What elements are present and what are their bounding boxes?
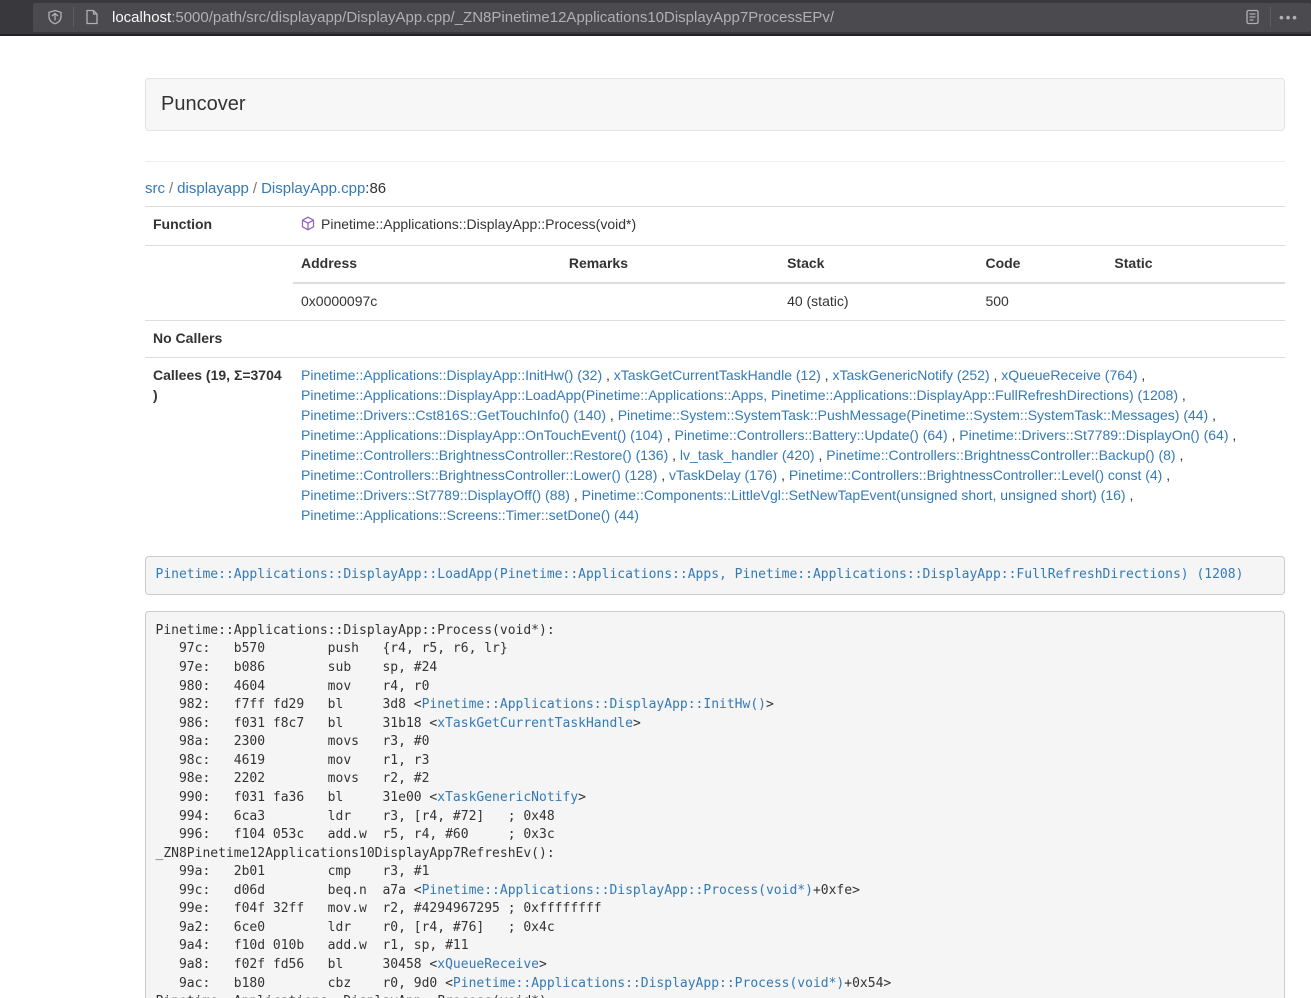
function-cube-icon	[301, 216, 315, 237]
callees-cell: Pinetime::Applications::DisplayApp::Init…	[293, 357, 1285, 533]
callees-row: Callees (19, Σ=3704 ) Pinetime::Applicat…	[145, 357, 1285, 533]
page-icon[interactable]	[78, 3, 106, 31]
browser-chrome: localhost:5000/path/src/displayapp/Displ…	[0, 0, 1311, 36]
code-symbol-link[interactable]: xTaskGenericNotify	[437, 790, 578, 805]
breadcrumb-src[interactable]: src	[145, 180, 165, 197]
page-title: Puncover	[161, 93, 246, 115]
breadcrumb: src/displayapp/DisplayApp.cpp:86	[145, 180, 1285, 197]
col-header-code: Code	[977, 246, 1106, 283]
breadcrumb-displayapp[interactable]: displayapp	[177, 180, 249, 197]
remarks-value	[561, 283, 779, 320]
code-symbol-link[interactable]: xQueueReceive	[437, 957, 539, 972]
loadapp-symbol-block: Pinetime::Applications::DisplayApp::Load…	[145, 556, 1285, 596]
stack-value: 40 (static)	[779, 283, 977, 320]
breadcrumb-separator: /	[249, 180, 261, 197]
breadcrumb-file[interactable]: DisplayApp.cpp	[261, 180, 365, 197]
function-name-cell: Pinetime::Applications::DisplayApp::Proc…	[293, 207, 1285, 246]
function-name: Pinetime::Applications::DisplayApp::Proc…	[321, 216, 636, 232]
url-path: :5000/path/src/displayapp/DisplayApp.cpp…	[171, 9, 834, 26]
urlbar-divider-right	[1270, 7, 1271, 27]
callee-link[interactable]: Pinetime::Applications::DisplayApp::Init…	[301, 367, 602, 383]
function-info-table: Function Pinetime::Applications::Display…	[145, 206, 1285, 534]
menu-dots-icon[interactable]: •••	[1275, 3, 1303, 31]
metrics-table: Address Remarks Stack Code Static 0x0000…	[293, 246, 1285, 320]
callee-link[interactable]: Pinetime::Drivers::St7789::DisplayOn() (…	[959, 427, 1228, 443]
col-header-remarks: Remarks	[561, 246, 779, 283]
disassembly-block: Pinetime::Applications::DisplayApp::Proc…	[145, 611, 1285, 998]
url-bar[interactable]: localhost:5000/path/src/displayapp/Displ…	[33, 3, 1311, 32]
breadcrumb-separator: /	[165, 180, 177, 197]
callee-link[interactable]: Pinetime::Controllers::BrightnessControl…	[789, 467, 1162, 483]
callee-link[interactable]: Pinetime::Controllers::BrightnessControl…	[301, 467, 657, 483]
callee-link[interactable]: xTaskGetCurrentTaskHandle (12)	[614, 367, 821, 383]
loadapp-symbol-link[interactable]: Pinetime::Applications::DisplayApp::Load…	[156, 567, 1244, 582]
callee-link[interactable]: Pinetime::Drivers::St7789::DisplayOff() …	[301, 487, 570, 503]
breadcrumb-line-number: :86	[365, 180, 386, 197]
callees-label: Callees (19, Σ=3704 )	[145, 357, 293, 533]
callee-link[interactable]: Pinetime::Drivers::Cst816S::GetTouchInfo…	[301, 407, 606, 423]
reader-mode-icon[interactable]	[1238, 3, 1266, 31]
page-title-box: Puncover	[145, 78, 1285, 131]
code-symbol-link[interactable]: Pinetime::Applications::DisplayApp::Proc…	[453, 976, 844, 991]
callee-link[interactable]: vTaskDelay (176)	[669, 467, 777, 483]
callee-link[interactable]: Pinetime::Controllers::BrightnessControl…	[301, 447, 668, 463]
callee-link[interactable]: Pinetime::System::SystemTask::PushMessag…	[618, 407, 1209, 423]
col-header-stack: Stack	[779, 246, 977, 283]
code-symbol-link[interactable]: Pinetime::Applications::DisplayApp::Init…	[422, 697, 766, 712]
function-row: Function Pinetime::Applications::Display…	[145, 207, 1285, 246]
col-header-address: Address	[293, 246, 561, 283]
function-label: Function	[145, 207, 293, 246]
metrics-row: Address Remarks Stack Code Static 0x0000…	[145, 245, 1285, 320]
code-symbol-link[interactable]: xTaskGetCurrentTaskHandle	[437, 716, 633, 731]
metrics-label-empty	[145, 245, 293, 320]
code-value: 500	[977, 283, 1106, 320]
col-header-static: Static	[1106, 246, 1285, 283]
callee-link[interactable]: Pinetime::Controllers::BrightnessControl…	[826, 447, 1175, 463]
page-content: Puncover src/displayapp/DisplayApp.cpp:8…	[145, 78, 1285, 998]
callee-link[interactable]: lv_task_handler (420)	[680, 447, 815, 463]
callee-link[interactable]: xQueueReceive (764)	[1001, 367, 1137, 383]
code-symbol-link[interactable]: Pinetime::Applications::DisplayApp::Proc…	[422, 883, 813, 898]
metrics-cell: Address Remarks Stack Code Static 0x0000…	[293, 245, 1285, 320]
callee-link[interactable]: Pinetime::Applications::DisplayApp::OnTo…	[301, 427, 663, 443]
no-callers-label: No Callers	[145, 320, 293, 357]
url-input[interactable]: localhost:5000/path/src/displayapp/Displ…	[112, 9, 1238, 26]
no-callers-row: No Callers	[145, 320, 1285, 357]
callee-link[interactable]: Pinetime::Controllers::Battery::Update()…	[675, 427, 948, 443]
address-value: 0x0000097c	[293, 283, 561, 320]
callee-link[interactable]: Pinetime::Applications::Screens::Timer::…	[301, 507, 639, 523]
divider	[145, 161, 1285, 162]
table-row: 0x0000097c 40 (static) 500	[293, 283, 1285, 320]
callee-link[interactable]: Pinetime::Components::LittleVgl::SetNewT…	[582, 487, 1126, 503]
callee-link[interactable]: Pinetime::Applications::DisplayApp::Load…	[301, 387, 1178, 403]
urlbar-divider	[73, 7, 74, 27]
url-host: localhost	[112, 9, 171, 26]
shield-icon[interactable]	[41, 3, 69, 31]
no-callers-cell	[293, 320, 1285, 357]
callee-link[interactable]: xTaskGenericNotify (252)	[832, 367, 989, 383]
static-value	[1106, 283, 1285, 320]
